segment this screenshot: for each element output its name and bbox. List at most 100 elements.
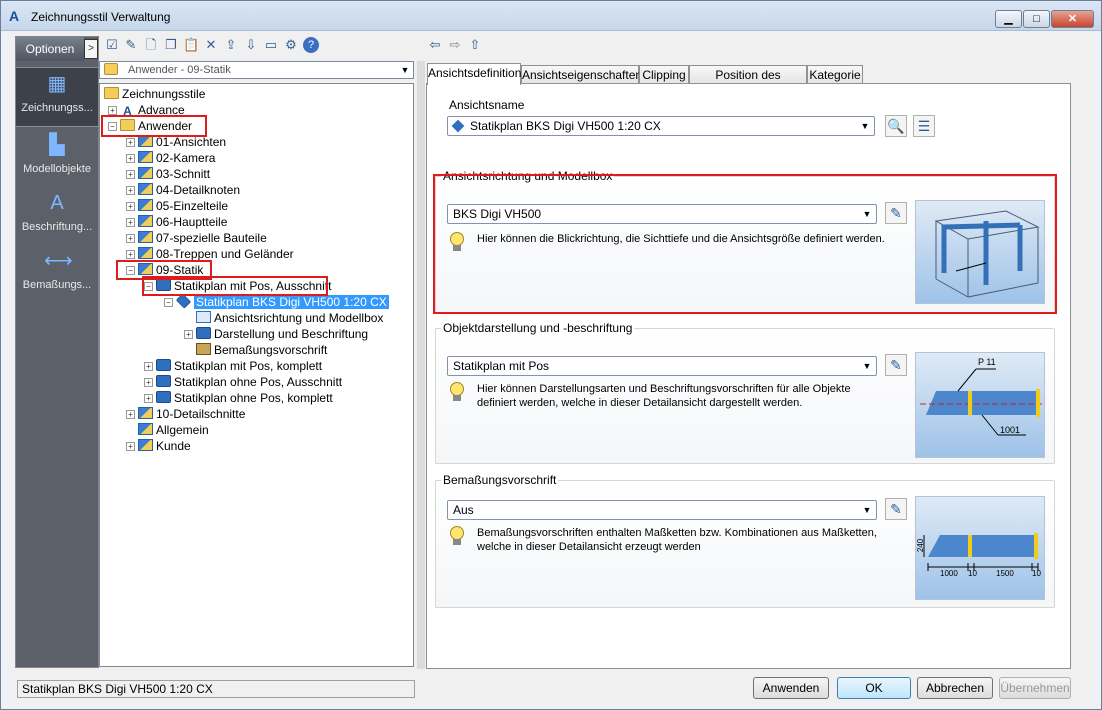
expand-icon[interactable]: + — [184, 330, 193, 339]
help-icon[interactable]: ? — [303, 37, 319, 53]
take-over-button[interactable]: Übernehmen — [999, 677, 1071, 699]
expand-icon[interactable]: + — [108, 106, 117, 115]
expand-icon[interactable]: + — [126, 218, 135, 227]
tree-node[interactable]: + Statikplan ohne Pos, Ausschnitt — [144, 374, 342, 390]
up-arrow-icon[interactable]: ⇧ — [467, 37, 483, 53]
expand-icon[interactable]: + — [144, 362, 153, 371]
position-label: P 11 — [978, 357, 996, 367]
tab-north-arrow[interactable]: Position des Nordpfeils — [689, 65, 807, 100]
new-icon[interactable]: 🗋 — [143, 37, 159, 53]
export-icon[interactable]: ⇪ — [223, 37, 239, 53]
options-arrow-icon[interactable]: > — [84, 39, 98, 59]
tab-view-properties[interactable]: Ansichtseigenschaften — [521, 65, 642, 85]
group-title: Ansichtsrichtung und Modellbox — [441, 169, 615, 183]
nav-item-labeling[interactable]: A Beschriftung... — [16, 187, 98, 247]
dimension-height-label: 240 — [916, 538, 926, 553]
tree-node[interactable]: +04-Detailknoten — [126, 182, 240, 198]
tab-clipping[interactable]: Clipping — [639, 65, 689, 85]
expand-icon[interactable]: + — [144, 378, 153, 387]
nav-item-model-objects[interactable]: ▙ Modellobjekte — [16, 129, 98, 189]
tree-node[interactable]: Ansichtsrichtung und Modellbox — [196, 310, 383, 326]
edit-direction-button[interactable]: ✎ — [885, 202, 907, 224]
tree-node[interactable]: + Darstellung und Beschriftung — [184, 326, 368, 342]
expand-icon[interactable]: + — [126, 138, 135, 147]
dropdown-arrow-icon[interactable]: ▼ — [860, 360, 874, 372]
expand-icon[interactable]: + — [126, 410, 135, 419]
edit-dimension-rule-button[interactable]: ✎ — [885, 498, 907, 520]
expand-icon[interactable]: + — [126, 154, 135, 163]
collapse-icon[interactable]: − — [164, 298, 173, 307]
tab-view-definition[interactable]: Ansichtsdefinition — [427, 63, 521, 85]
tree-node-label: Allgemein — [156, 423, 209, 437]
expand-icon[interactable]: + — [126, 170, 135, 179]
object-display-combo[interactable]: Statikplan mit Pos ▼ — [447, 356, 877, 376]
tree-node-selected[interactable]: − Statikplan BKS Digi VH500 1:20 CX — [164, 293, 389, 310]
expand-icon[interactable]: + — [126, 250, 135, 259]
dropdown-arrow-icon[interactable]: ▼ — [860, 504, 874, 516]
view-definition-icon — [451, 119, 465, 133]
expand-icon[interactable]: + — [126, 442, 135, 451]
close-button[interactable]: ✕ — [1051, 10, 1094, 28]
collapse-icon[interactable]: − — [126, 266, 135, 275]
paste-icon[interactable]: 📋 — [183, 37, 199, 53]
back-arrow-icon[interactable]: ⇦ — [427, 37, 443, 53]
edit-icon[interactable]: ✎ — [123, 37, 139, 53]
expand-icon[interactable]: + — [126, 234, 135, 243]
nav-item-dimension[interactable]: ⟷ Bemaßungs... — [16, 245, 98, 305]
settings-icon[interactable]: ⚙ — [283, 37, 299, 53]
tree-path-value: Anwender - 09-Statik — [128, 64, 231, 76]
tree-node[interactable]: +08-Treppen und Geländer — [126, 246, 294, 262]
tree-node[interactable]: Zeichnungsstile — [104, 86, 205, 102]
maximize-button[interactable]: □ — [1023, 10, 1050, 28]
view-properties-button[interactable]: ☰ — [913, 115, 935, 137]
tree-node[interactable]: + A Advance — [108, 102, 185, 118]
tree-node[interactable]: +01-Ansichten — [126, 134, 226, 150]
minimize-button[interactable]: ▁ — [995, 10, 1022, 28]
tree-node[interactable]: + Statikplan mit Pos, komplett — [144, 358, 322, 374]
dropdown-arrow-icon[interactable]: ▼ — [858, 120, 872, 132]
tree-node[interactable]: +07-spezielle Bauteile — [126, 230, 267, 246]
expand-icon[interactable]: + — [126, 202, 135, 211]
tree-node[interactable]: Bemaßungsvorschrift — [196, 342, 327, 358]
view-preview-button[interactable]: 🔍 — [885, 115, 907, 137]
tree-node[interactable]: − Statikplan mit Pos, Ausschnitt — [144, 278, 331, 294]
check-icon[interactable]: ☑ — [104, 37, 120, 53]
collapse-icon[interactable]: − — [144, 282, 153, 291]
dropdown-arrow-icon[interactable]: ▼ — [398, 63, 412, 77]
tree-path-combo[interactable]: Anwender - 09-Statik ▼ — [99, 61, 414, 79]
tree-node[interactable]: +10-Detailschnitte — [126, 406, 245, 422]
forward-arrow-icon[interactable]: ⇨ — [447, 37, 463, 53]
tree-node[interactable]: + Statikplan ohne Pos, komplett — [144, 390, 333, 406]
apply-button[interactable]: Anwenden — [753, 677, 829, 699]
tab-category[interactable]: Kategorie — [807, 65, 863, 85]
tree-node[interactable]: +02-Kamera — [126, 150, 215, 166]
nav-item-drawing-styles[interactable]: ▦ Zeichnungss... — [16, 67, 98, 127]
tree-node[interactable]: − Anwender — [108, 118, 192, 134]
import-icon[interactable]: ⇩ — [243, 37, 259, 53]
tree-node[interactable]: +06-Hauptteile — [126, 214, 227, 230]
tree-node-label: 08-Treppen und Geländer — [156, 247, 294, 261]
tree-node[interactable]: +03-Schnitt — [126, 166, 210, 182]
view-name-value: Statikplan BKS Digi VH500 1:20 CX — [470, 119, 661, 133]
expand-icon[interactable]: + — [126, 186, 135, 195]
tree-node[interactable]: +05-Einzelteile — [126, 198, 228, 214]
expand-icon[interactable]: + — [144, 394, 153, 403]
model-box-preview — [915, 200, 1045, 304]
folder-icon — [120, 119, 135, 131]
view-name-combo[interactable]: Statikplan BKS Digi VH500 1:20 CX ▼ — [447, 116, 875, 136]
panel-splitter[interactable] — [417, 61, 425, 669]
dimension-rule-combo[interactable]: Aus ▼ — [447, 500, 877, 520]
options-button[interactable]: Optionen — [16, 37, 84, 61]
dropdown-arrow-icon[interactable]: ▼ — [860, 208, 874, 220]
tree-node[interactable]: + Kunde — [126, 438, 191, 454]
cancel-button[interactable]: Abbrechen — [917, 677, 993, 699]
delete-icon[interactable]: ✕ — [203, 37, 219, 53]
ok-button[interactable]: OK — [837, 677, 911, 699]
tree-node[interactable]: − 09-Statik — [126, 262, 203, 278]
edit-object-display-button[interactable]: ✎ — [885, 354, 907, 376]
collapse-icon[interactable]: − — [108, 122, 117, 131]
direction-combo[interactable]: BKS Digi VH500 ▼ — [447, 204, 877, 224]
display-icon[interactable]: ▭ — [263, 37, 279, 53]
copy-icon[interactable]: ❐ — [163, 37, 179, 53]
tree-node[interactable]: Allgemein — [138, 422, 209, 438]
